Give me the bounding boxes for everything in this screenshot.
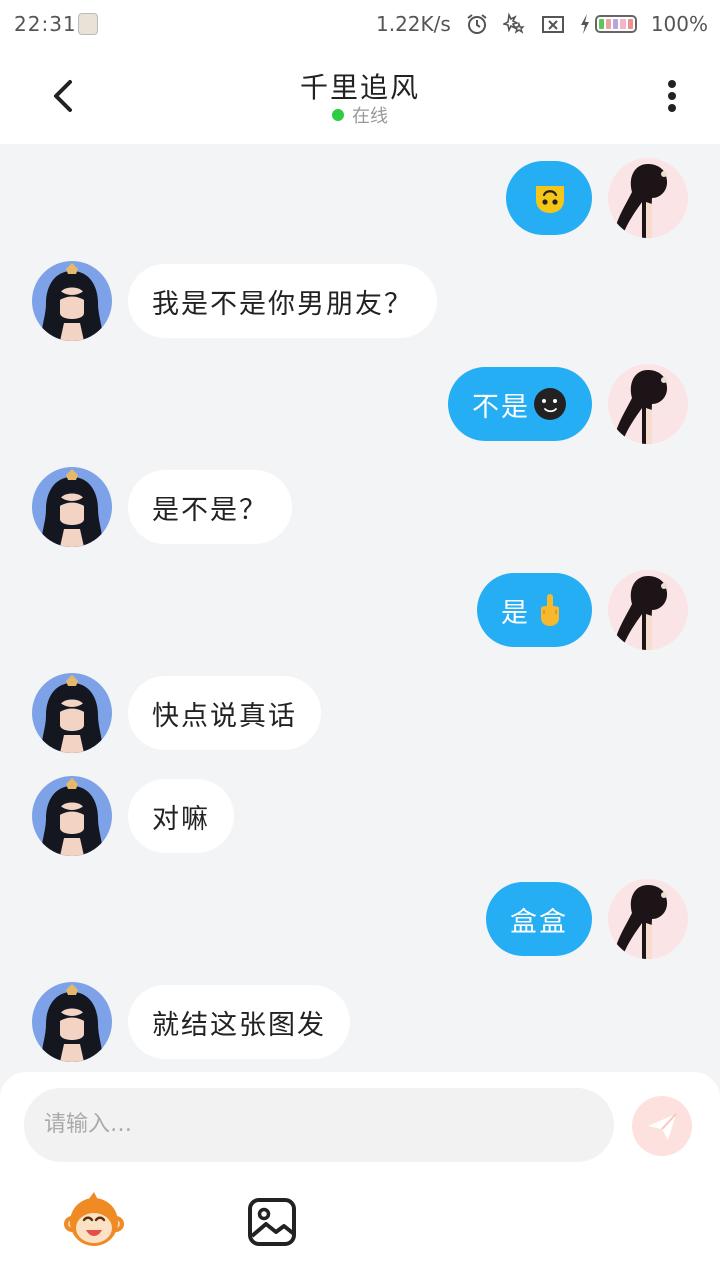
battery-indicator bbox=[579, 13, 637, 35]
my-avatar[interactable] bbox=[608, 570, 688, 650]
message-text: 是不是？ bbox=[152, 494, 268, 526]
message-list[interactable]: 我是不是你男朋友？ 不是 是不是？ 是 快点说真话 对嘛 盒盒 就结这张图发 bbox=[0, 144, 720, 1074]
message-bubble[interactable]: 是 bbox=[477, 573, 592, 647]
message-row: 是 bbox=[477, 570, 688, 650]
upside-down-face-icon bbox=[536, 186, 564, 213]
charging-icon bbox=[580, 14, 589, 34]
online-status: 在线 bbox=[0, 102, 720, 128]
my-avatar[interactable] bbox=[608, 158, 688, 238]
monkey-sticker-icon[interactable] bbox=[62, 1190, 126, 1254]
network-speed: 1.22K/s bbox=[376, 12, 451, 36]
battery-percent: 100% bbox=[650, 12, 708, 36]
message-row bbox=[506, 158, 688, 238]
send-plane-icon bbox=[648, 1113, 677, 1140]
my-avatar[interactable] bbox=[608, 879, 688, 959]
status-right: 1.22K/s 100% bbox=[376, 10, 708, 38]
message-row: 不是 bbox=[448, 364, 688, 444]
contact-avatar[interactable] bbox=[32, 776, 112, 856]
message-row: 就结这张图发 bbox=[32, 982, 350, 1062]
message-row: 我是不是你男朋友？ bbox=[32, 261, 437, 341]
message-row: 快点说真话 bbox=[32, 673, 321, 753]
message-text: 对嘛 bbox=[152, 803, 210, 835]
send-button[interactable] bbox=[632, 1096, 692, 1156]
message-text: 盒盒 bbox=[510, 906, 568, 938]
sim-x-icon bbox=[541, 16, 564, 33]
message-bubble[interactable]: 盒盒 bbox=[486, 882, 592, 956]
message-bubble[interactable]: 我是不是你男朋友？ bbox=[128, 264, 437, 338]
message-bubble[interactable]: 快点说真话 bbox=[128, 676, 321, 750]
image-picker-icon[interactable] bbox=[240, 1190, 304, 1254]
battery-icon bbox=[594, 15, 637, 33]
contact-avatar[interactable] bbox=[32, 467, 112, 547]
contact-avatar[interactable] bbox=[32, 982, 112, 1062]
message-text: 我是不是你男朋友？ bbox=[152, 288, 413, 320]
composer: 请输入… bbox=[0, 1072, 720, 1280]
message-bubble[interactable] bbox=[506, 161, 592, 235]
contact-avatar[interactable] bbox=[32, 261, 112, 341]
online-status-label: 在线 bbox=[352, 106, 388, 127]
notification-icon bbox=[78, 13, 98, 35]
chat-header: 千里追风 在线 bbox=[0, 48, 720, 144]
more-vert-icon[interactable] bbox=[652, 72, 692, 120]
message-text: 不是 bbox=[472, 391, 530, 423]
message-row: 盒盒 bbox=[486, 879, 688, 959]
message-bubble[interactable]: 是不是？ bbox=[128, 470, 292, 544]
contact-avatar[interactable] bbox=[32, 673, 112, 753]
online-dot-icon bbox=[332, 109, 344, 121]
message-row: 对嘛 bbox=[32, 776, 234, 856]
message-text: 快点说真话 bbox=[152, 700, 297, 732]
message-text: 就结这张图发 bbox=[152, 1009, 326, 1041]
message-input[interactable]: 请输入… bbox=[24, 1088, 614, 1162]
message-bubble[interactable]: 就结这张图发 bbox=[128, 985, 350, 1059]
status-time: 22:31 bbox=[14, 12, 77, 36]
message-bubble[interactable]: 对嘛 bbox=[128, 779, 234, 853]
dnd-icon bbox=[502, 12, 525, 34]
contact-name: 千里追风 bbox=[299, 71, 420, 104]
message-row: 是不是？ bbox=[32, 467, 292, 547]
middle-finger-icon bbox=[541, 594, 559, 626]
chat-screen: 22:31 1.22K/s 100% 千里追风 在线 我是不是你男朋友？ 不是 … bbox=[0, 0, 720, 1280]
new-moon-face-icon bbox=[534, 388, 566, 420]
my-avatar[interactable] bbox=[608, 364, 688, 444]
status-bar: 22:31 1.22K/s 100% bbox=[0, 0, 720, 48]
message-bubble[interactable]: 不是 bbox=[448, 367, 592, 441]
alarm-icon bbox=[467, 14, 487, 34]
message-text: 是 bbox=[501, 597, 530, 629]
